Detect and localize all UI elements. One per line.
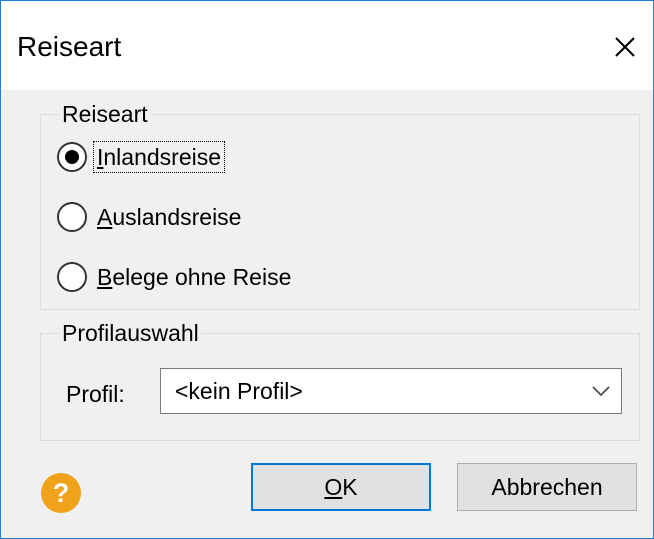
radio-label-inlandsreise[interactable]: Inlandsreise: [92, 141, 226, 173]
radio-belege-ohne-reise[interactable]: Belege ohne Reise: [57, 260, 293, 294]
profil-selected-value: <kein Profil>: [175, 378, 303, 404]
mnemonic-letter: B: [97, 264, 113, 290]
radio-button-icon[interactable]: [57, 262, 87, 292]
help-icon[interactable]: ?: [41, 473, 81, 513]
label-rest: nlandsreise: [103, 144, 222, 170]
close-button[interactable]: [601, 23, 649, 71]
radio-button-icon[interactable]: [57, 202, 87, 232]
mnemonic-letter: A: [97, 204, 113, 230]
window-title: Reiseart: [17, 31, 122, 62]
radio-inlandsreise[interactable]: Inlandsreise: [57, 140, 226, 174]
mnemonic-letter: O: [324, 474, 343, 500]
label-rest: K: [342, 474, 358, 500]
chevron-down-icon[interactable]: [591, 384, 611, 398]
radio-button-selected-icon[interactable]: [57, 142, 87, 172]
label-rest: uslandsreise: [112, 204, 242, 230]
title-bar: Reiseart: [1, 1, 653, 90]
radio-label-belege-ohne-reise[interactable]: Belege ohne Reise: [95, 263, 293, 291]
close-icon: [615, 37, 635, 57]
profil-dropdown[interactable]: <kein Profil>: [160, 368, 622, 414]
radio-auslandsreise[interactable]: Auslandsreise: [57, 200, 243, 234]
ok-button[interactable]: OK: [251, 463, 431, 511]
profil-group-legend: Profilauswahl: [59, 320, 202, 346]
reiseart-dialog: Reiseart Reiseart Inlandsreise Auslandsr…: [0, 0, 654, 539]
label-rest: elege ohne Reise: [112, 264, 292, 290]
cancel-button[interactable]: Abbrechen: [457, 463, 637, 511]
reiseart-group-legend: Reiseart: [59, 101, 151, 127]
radio-label-auslandsreise[interactable]: Auslandsreise: [95, 203, 243, 231]
profil-label: Profil:: [66, 381, 125, 407]
